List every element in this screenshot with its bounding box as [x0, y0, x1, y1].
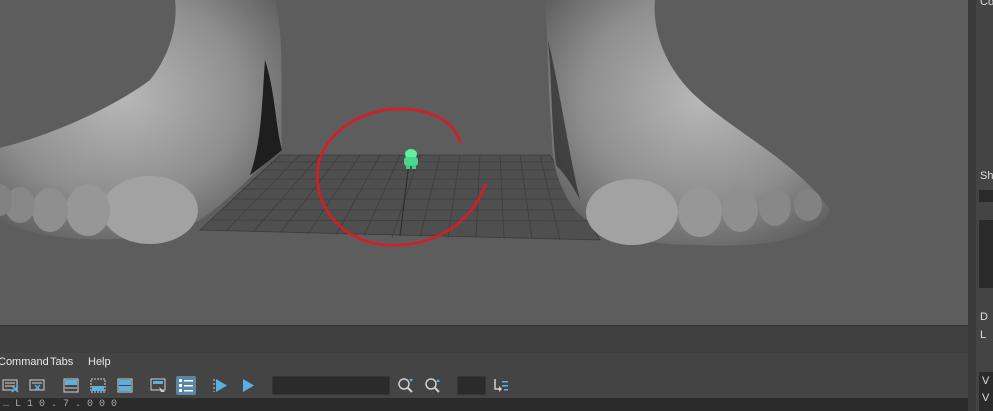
execute-all-button[interactable]	[211, 376, 231, 395]
execute-icon	[243, 379, 254, 392]
script-history-text: … L 1 0 . 7 . 0 0 0	[3, 399, 118, 410]
panel-label-layers: L	[980, 329, 987, 341]
goto-line-button[interactable]	[490, 376, 510, 395]
execute-button[interactable]	[238, 376, 258, 395]
search-next-button[interactable]	[396, 376, 416, 395]
viewport-scene	[0, 0, 830, 247]
echo-all-commands-button[interactable]	[149, 376, 169, 395]
search-previous-button[interactable]	[423, 376, 443, 395]
panel-label-shapes: Sh	[980, 170, 993, 182]
right-attribute-panel: Co Sh D L V V	[976, 0, 993, 411]
search-next-icon	[398, 378, 413, 393]
show-input-icon	[90, 378, 106, 393]
script-editor-toolbar	[0, 373, 968, 398]
panel-label-display: D	[980, 311, 988, 323]
show-both-icon	[117, 378, 133, 393]
search-prev-icon	[425, 378, 440, 393]
panel-field[interactable]	[979, 190, 993, 202]
character-model[interactable]	[404, 149, 418, 169]
line-numbers-button[interactable]	[176, 376, 196, 395]
clear-input-icon	[29, 379, 45, 391]
panel-list[interactable]	[979, 220, 993, 288]
menu-tabs[interactable]: Tabs	[50, 356, 73, 368]
menu-command[interactable]: Command	[0, 356, 49, 368]
line-numbers-icon	[179, 379, 193, 392]
vertical-splitter[interactable]	[968, 0, 976, 411]
clear-history-icon	[2, 379, 19, 393]
show-history-icon	[63, 378, 79, 393]
search-field[interactable]	[272, 376, 390, 395]
execute-all-icon	[213, 379, 227, 392]
clear-input-button[interactable]	[28, 376, 48, 395]
show-input-button[interactable]	[88, 376, 108, 395]
menu-help[interactable]: Help	[88, 356, 111, 368]
goto-line-icon	[494, 379, 508, 392]
3d-viewport[interactable]	[0, 0, 968, 325]
layer-v1[interactable]: V	[982, 375, 989, 387]
echo-all-icon	[150, 378, 166, 392]
script-history-output[interactable]: … L 1 0 . 7 . 0 0 0	[0, 398, 968, 411]
show-both-button[interactable]	[115, 376, 135, 395]
layer-list[interactable]: V V	[979, 372, 993, 411]
layer-v2[interactable]: V	[982, 392, 989, 404]
panel-label-channels: Co	[980, 0, 993, 8]
script-editor-menubar: Command Tabs Help	[0, 353, 968, 373]
horizontal-splitter[interactable]	[0, 325, 968, 354]
right-foot-model	[545, 0, 830, 246]
clear-history-button[interactable]	[1, 376, 21, 395]
show-history-button[interactable]	[61, 376, 81, 395]
goto-line-field[interactable]	[457, 376, 486, 395]
